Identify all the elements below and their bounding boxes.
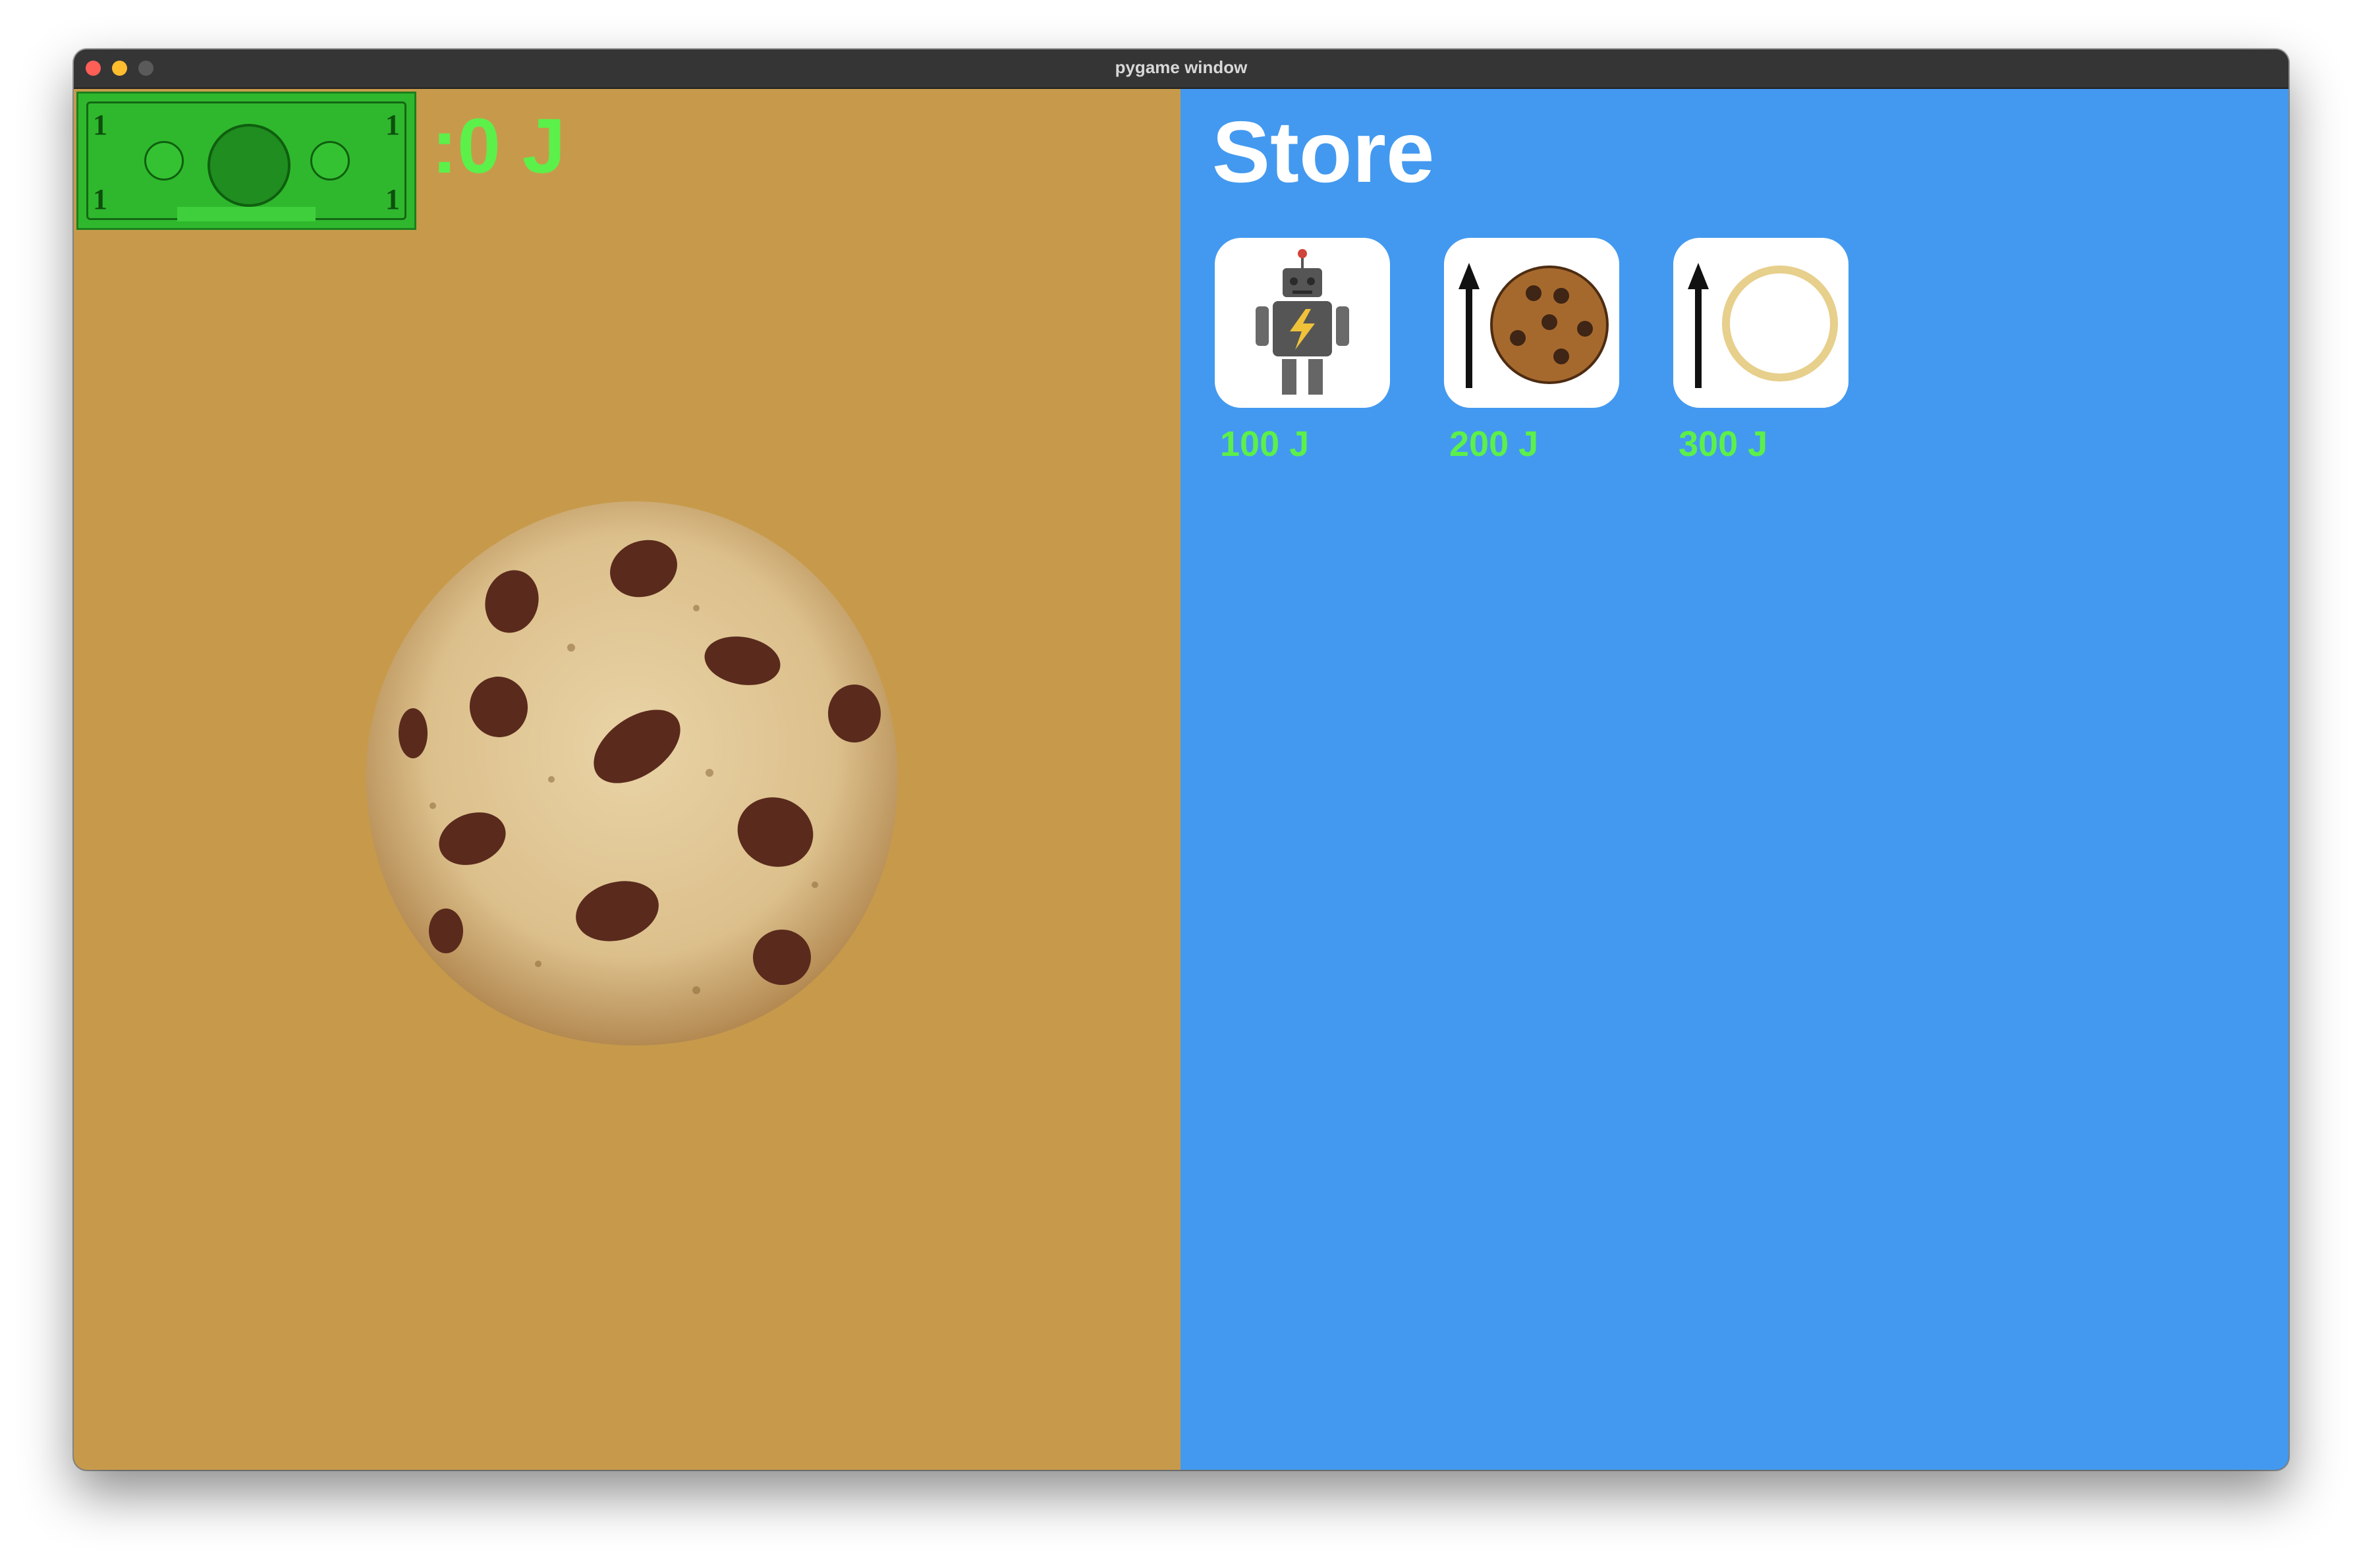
plate-upgrade-icon [1688,263,1838,388]
price-plate-upgrade: 300 J [1679,424,1768,464]
store-item-cookie-upgrade[interactable] [1444,238,1619,408]
store-panel: Store 100 J 200 J 300 J [1180,89,2289,1470]
store-title: Store [1212,103,1435,200]
robot-icon [1256,249,1349,395]
title-bar: pygame window [74,49,2289,89]
dollar-bill-icon: 1 1 1 1 [76,92,416,230]
money-counter: :0 J [431,103,566,190]
app-window: pygame window 1 1 1 1 :0 J Store 100 J 2… [74,49,2289,1470]
window-title: pygame window [1115,57,1248,77]
store-item-robot[interactable] [1215,238,1390,408]
price-cookie-upgrade: 200 J [1449,424,1539,464]
game-canvas: 1 1 1 1 :0 J Store 100 J 200 J 300 J [74,89,2289,1470]
store-item-plate-upgrade[interactable] [1673,238,1848,408]
price-robot: 100 J [1220,424,1310,464]
game-panel: 1 1 1 1 :0 J [74,89,1180,1470]
cookie-upgrade-icon [1458,263,1609,388]
chocolate-chip-cookie-icon[interactable] [354,490,920,1056]
